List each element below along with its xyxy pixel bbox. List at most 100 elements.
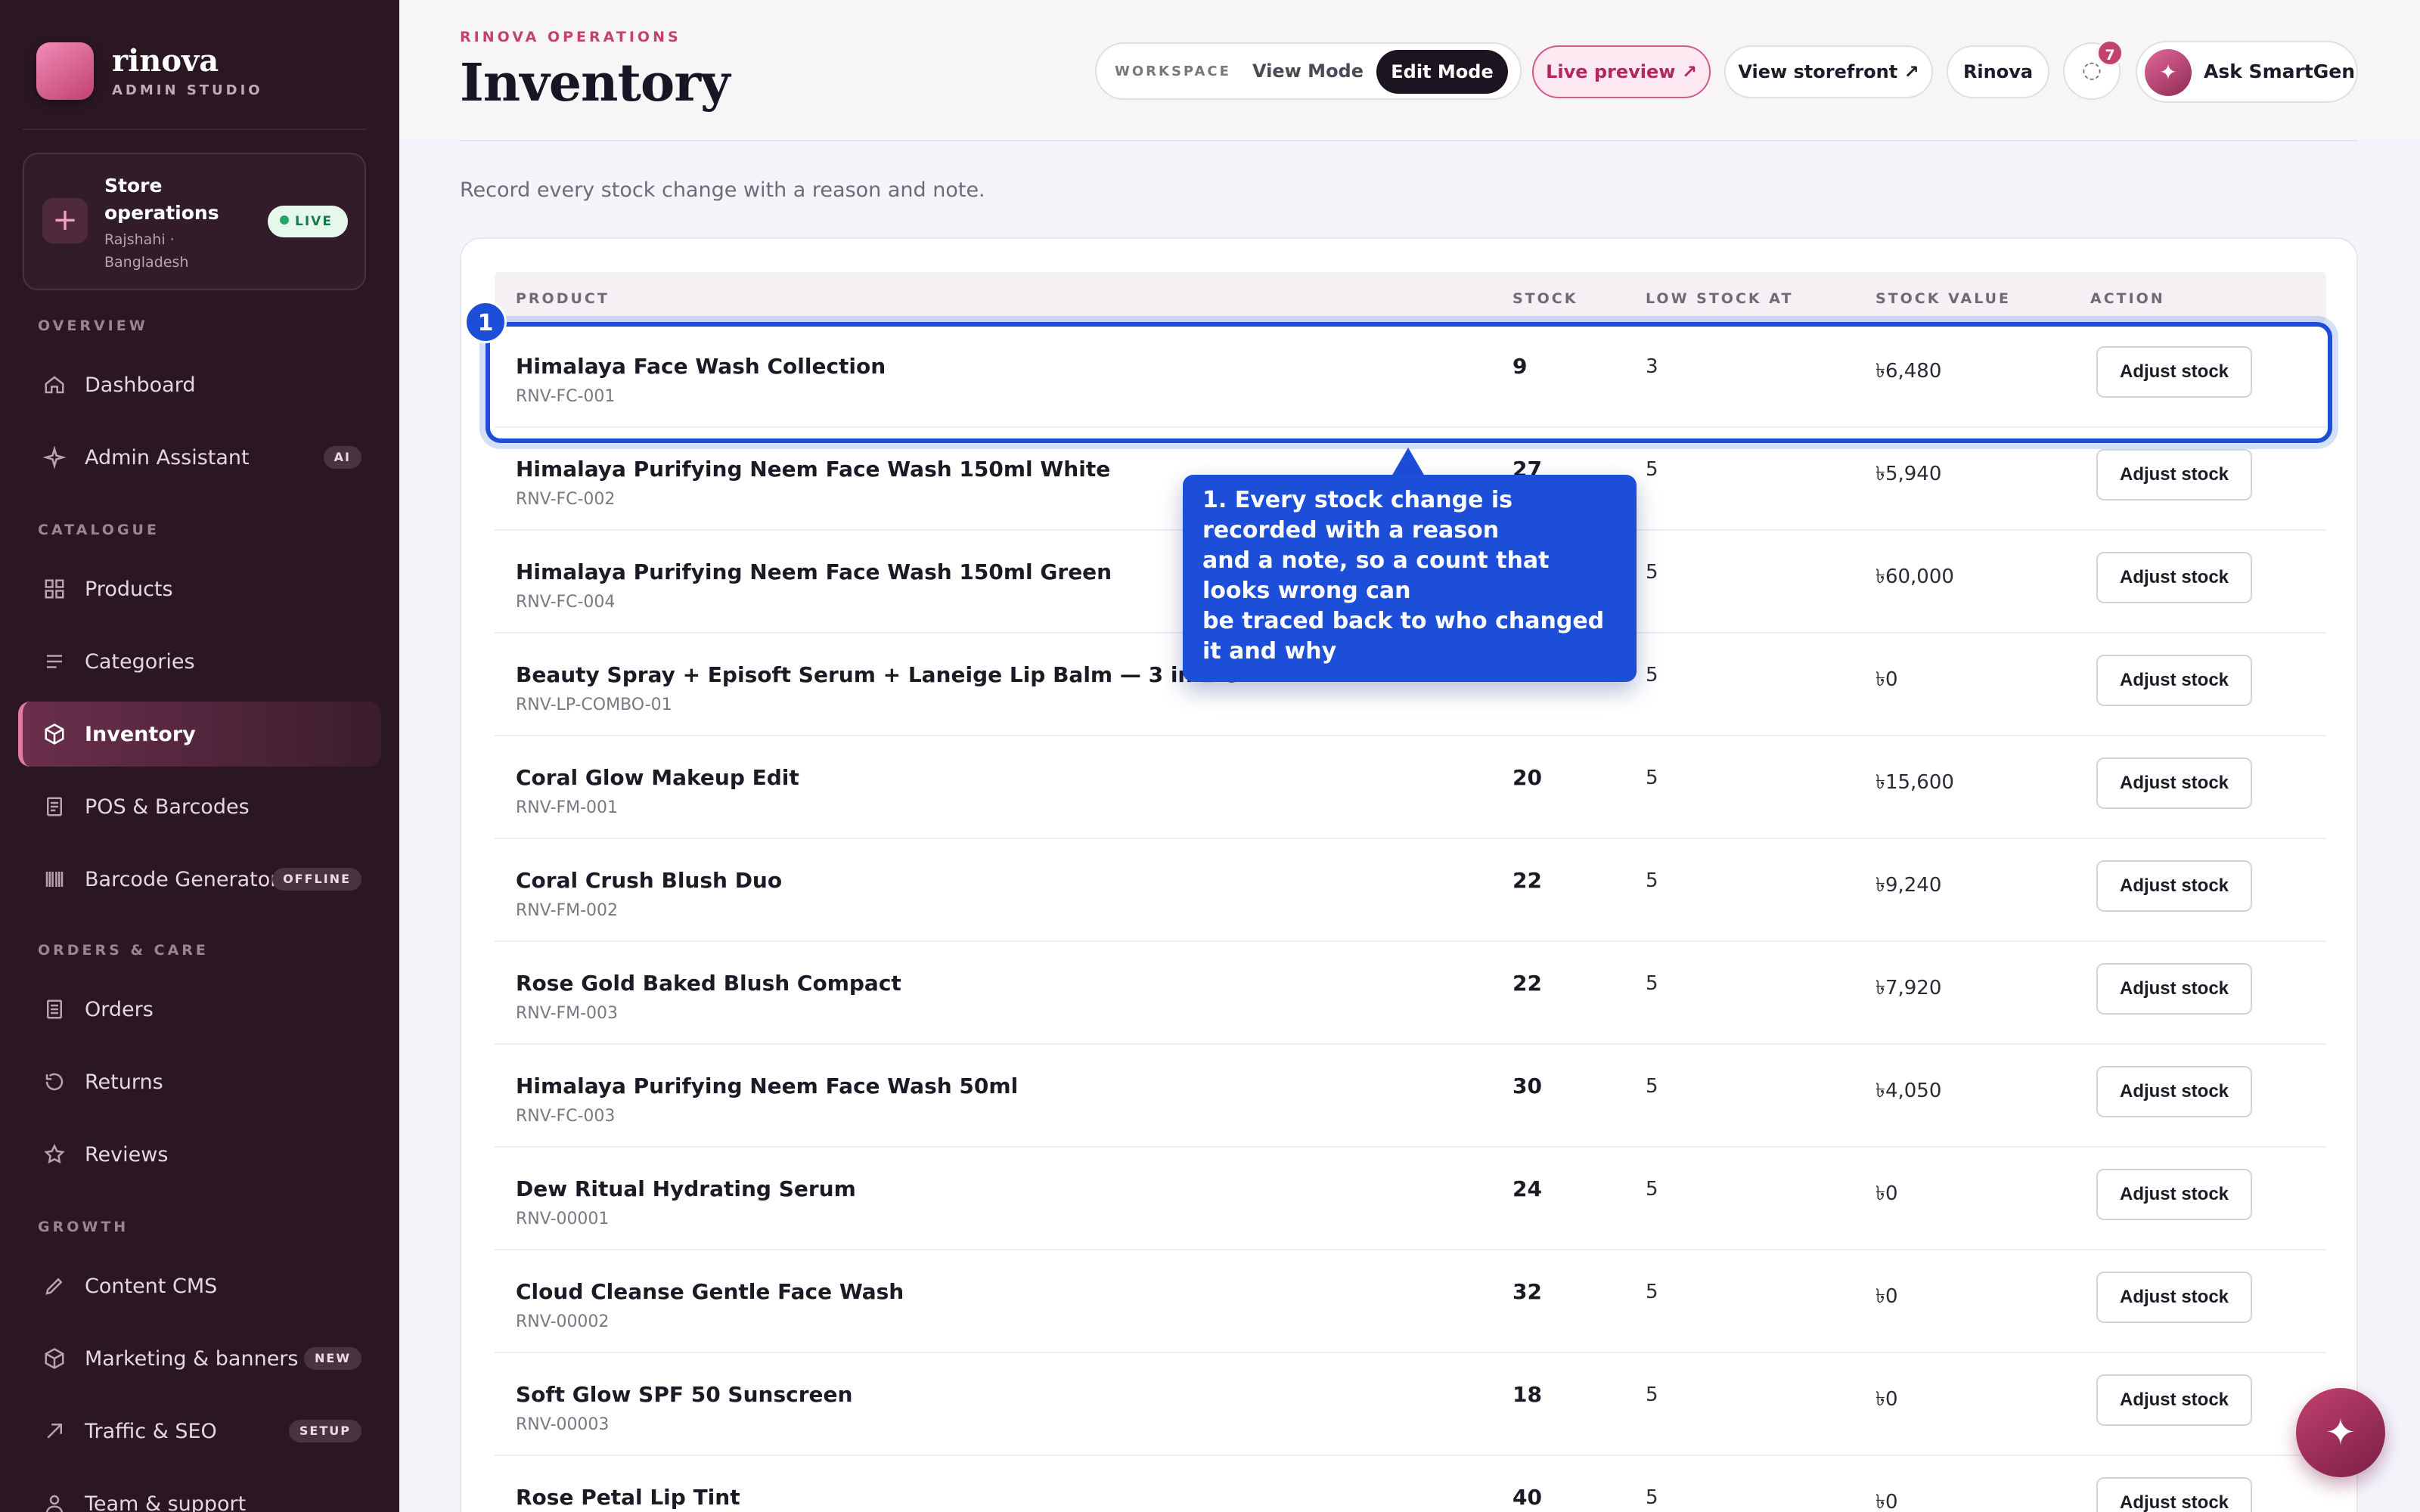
stock-value: ৳5,940 — [1876, 463, 1942, 485]
sidebar: rinova ADMIN STUDIO + Store operations R… — [0, 0, 399, 1512]
product-name: Cloud Cleanse Gentle Face Wash — [516, 1279, 904, 1304]
refresh-icon — [42, 1070, 67, 1094]
sidebar-item-label: Inventory — [85, 722, 196, 746]
sidebar-item-team-support[interactable]: Team & support — [18, 1471, 381, 1512]
page-eyebrow: RINOVA OPERATIONS — [460, 29, 681, 45]
adjust-stock-button[interactable]: Adjust stock — [2096, 552, 2252, 603]
sidebar-item-label: Barcode Generator — [85, 867, 279, 891]
sidebar-item-inventory[interactable]: Inventory — [18, 702, 381, 767]
page-subtitle: Record every stock change with a reason … — [460, 178, 985, 202]
edit-mode-button[interactable]: Edit Mode — [1376, 50, 1508, 94]
new-badge: NEW — [304, 1347, 361, 1370]
live-preview-button[interactable]: Live preview ↗ — [1532, 45, 1711, 98]
sidebar-item-label: Orders — [85, 997, 154, 1021]
sidebar-item-pos-barcodes[interactable]: POS & Barcodes — [18, 774, 381, 839]
view-storefront-button[interactable]: View storefront ↗ — [1724, 45, 1933, 98]
ask-smartgen-button[interactable]: ✦ Ask SmartGen — [2136, 41, 2358, 103]
brand[interactable]: rinova ADMIN STUDIO — [36, 42, 263, 100]
adjust-stock-button[interactable]: Adjust stock — [2096, 1374, 2252, 1426]
store-switcher[interactable]: + Store operations Rajshahi · Bangladesh… — [23, 153, 366, 290]
stock-count: 22 — [1512, 971, 1542, 996]
table-header: PRODUCT STOCK LOW STOCK AT STOCK VALUE A… — [495, 272, 2326, 322]
low-stock-threshold: 5 — [1646, 664, 1658, 686]
sidebar-item-categories[interactable]: Categories — [18, 629, 381, 694]
sidebar-item-label: Dashboard — [85, 373, 196, 397]
home-icon — [42, 373, 67, 397]
setup-badge: SETUP — [288, 1420, 361, 1442]
sidebar-item-label: Products — [85, 577, 173, 601]
sidebar-item-orders[interactable]: Orders — [18, 977, 381, 1042]
stock-value: ৳0 — [1876, 1182, 1898, 1205]
arrow-up-right-icon — [42, 1419, 67, 1443]
column-action: ACTION — [2090, 290, 2165, 307]
product-name: Coral Crush Blush Duo — [516, 868, 783, 893]
low-stock-threshold: 5 — [1646, 767, 1658, 789]
stock-count: 40 — [1512, 1485, 1542, 1510]
sidebar-item-products[interactable]: Products — [18, 556, 381, 621]
receipt-icon — [42, 795, 67, 819]
adjust-stock-button[interactable]: Adjust stock — [2096, 655, 2252, 706]
product-sku: RNV-00001 — [516, 1210, 610, 1228]
user-icon — [42, 1492, 67, 1512]
sidebar-item-admin-assistant[interactable]: Admin Assistant AI — [18, 425, 381, 490]
sidebar-item-label: Team & support — [85, 1492, 247, 1512]
adjust-stock-button[interactable]: Adjust stock — [2096, 860, 2252, 912]
table-row: Soft Glow SPF 50 Sunscreen RNV-00003 18 5 ৳0… — [495, 1353, 2326, 1456]
sidebar-item-returns[interactable]: Returns — [18, 1049, 381, 1114]
product-name: Rose Petal Lip Tint — [516, 1485, 740, 1510]
product-sku: RNV-FM-002 — [516, 901, 619, 920]
view-mode-button[interactable]: View Mode — [1252, 60, 1364, 82]
tour-tooltip: 1. Every stock change is recorded with a… — [1183, 475, 1637, 682]
adjust-stock-button[interactable]: Adjust stock — [2096, 1066, 2252, 1117]
product-name: Himalaya Purifying Neem Face Wash 150ml … — [516, 457, 1111, 482]
table-row: Cloud Cleanse Gentle Face Wash RNV-00002 3… — [495, 1250, 2326, 1353]
nav-section-orders: ORDERS & CARE — [38, 942, 209, 959]
product-name: Coral Glow Makeup Edit — [516, 765, 799, 790]
brand-logo — [36, 42, 94, 100]
sidebar-item-label: Returns — [85, 1070, 163, 1094]
table-row: Coral Glow Makeup Edit RNV-FM-001 20 5 ৳15,6… — [495, 736, 2326, 839]
sparkle-icon — [42, 445, 67, 469]
stock-value: ৳4,050 — [1876, 1080, 1942, 1102]
main-content: RINOVA OPERATIONS Inventory WORKSPACE Vi… — [399, 0, 2420, 1512]
store-selector-button[interactable]: Rinova — [1947, 45, 2049, 98]
adjust-stock-button[interactable]: Adjust stock — [2096, 1169, 2252, 1220]
sidebar-item-label: Reviews — [85, 1142, 169, 1167]
sidebar-item-dashboard[interactable]: Dashboard — [18, 352, 381, 417]
stock-count: 32 — [1512, 1279, 1542, 1304]
sidebar-item-label: Content CMS — [85, 1274, 218, 1298]
low-stock-threshold: 5 — [1646, 1486, 1658, 1509]
sparkle-icon: ✦ — [2145, 49, 2192, 96]
offline-badge: OFFLINE — [272, 868, 361, 891]
stock-count: 22 — [1512, 868, 1542, 893]
smartgen-fab-button[interactable]: ✦ — [2296, 1388, 2385, 1477]
product-sku: RNV-LP-COMBO-01 — [516, 696, 672, 714]
product-name: Soft Glow SPF 50 Sunscreen — [516, 1382, 853, 1407]
adjust-stock-button[interactable]: Adjust stock — [2096, 963, 2252, 1015]
table-row: Dew Ritual Hydrating Serum RNV-00001 24 5 ৳0… — [495, 1148, 2326, 1250]
adjust-stock-button[interactable]: Adjust stock — [2096, 1272, 2252, 1323]
adjust-stock-button[interactable]: Adjust stock — [2096, 1477, 2252, 1512]
adjust-stock-button[interactable]: Adjust stock — [2096, 449, 2252, 500]
adjust-stock-button[interactable]: Adjust stock — [2096, 758, 2252, 809]
sidebar-item-barcode-generator[interactable]: Barcode Generator OFFLINE — [18, 847, 381, 912]
sidebar-item-marketing[interactable]: Marketing & banners NEW — [18, 1326, 381, 1391]
notification-count-badge: 7 — [2096, 39, 2124, 67]
product-sku: RNV-FC-003 — [516, 1107, 616, 1126]
document-icon — [42, 997, 67, 1021]
stock-value: ৳7,920 — [1876, 977, 1942, 999]
tooltip-line: and a note, so a count that — [1202, 547, 1550, 574]
nav-section-overview: OVERVIEW — [38, 318, 148, 334]
sidebar-item-content-cms[interactable]: Content CMS — [18, 1253, 381, 1318]
stock-value: ৳0 — [1876, 668, 1898, 691]
grid-icon — [42, 577, 67, 601]
table-row: Rose Gold Baked Blush Compact RNV-FM-003 2… — [495, 942, 2326, 1045]
low-stock-threshold: 5 — [1646, 1075, 1658, 1098]
page-title: Inventory — [460, 53, 731, 113]
sidebar-item-reviews[interactable]: Reviews — [18, 1122, 381, 1187]
ai-badge: AI — [323, 446, 361, 469]
sidebar-item-traffic-seo[interactable]: Traffic & SEO SETUP — [18, 1399, 381, 1464]
sidebar-item-label: Admin Assistant — [85, 445, 250, 469]
tooltip-arrow — [1392, 448, 1425, 476]
workspace-mode-switch: WORKSPACE View Mode Edit Mode — [1095, 42, 1522, 100]
